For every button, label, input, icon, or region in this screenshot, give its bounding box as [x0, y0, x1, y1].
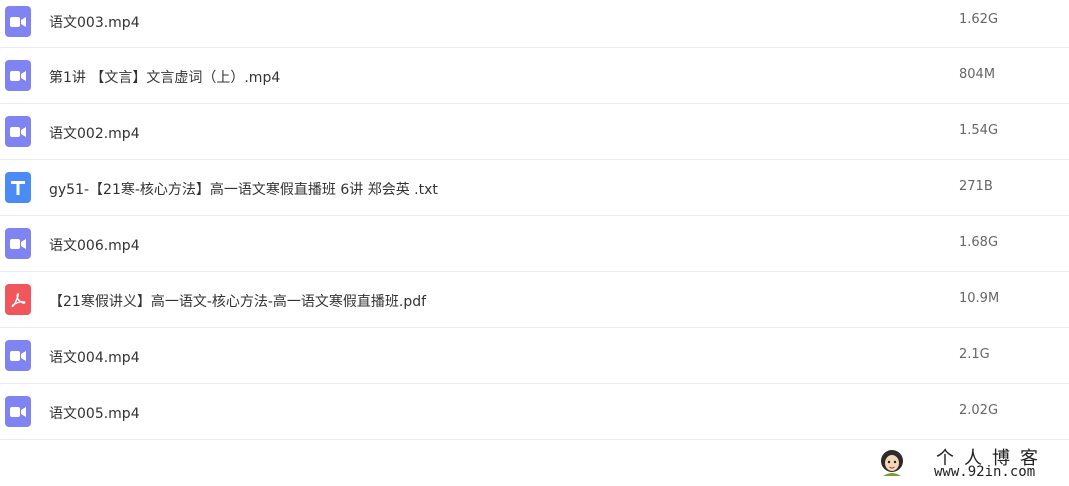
- blog-watermark: 个人博客 www.92in.com: [874, 444, 1059, 482]
- file-name[interactable]: 语文004.mp4: [49, 347, 140, 367]
- text-file-icon: [5, 172, 31, 203]
- file-row[interactable]: 语文005.mp4 2.02G: [0, 384, 1069, 440]
- file-name[interactable]: 第1讲 【文言】文言虚词（上）.mp4: [49, 67, 280, 87]
- avatar-icon: [881, 450, 903, 476]
- file-row[interactable]: 语文004.mp4 2.1G: [0, 328, 1069, 384]
- file-size: 804M: [959, 67, 996, 82]
- file-row[interactable]: gy51-【21寒-核心方法】高一语文寒假直播班 6讲 郑会英 .txt 271…: [0, 160, 1069, 216]
- file-row[interactable]: 语文003.mp4 1.62G: [0, 0, 1069, 48]
- video-file-icon: [5, 396, 31, 427]
- file-row[interactable]: 语文006.mp4 1.68G: [0, 216, 1069, 272]
- video-file-icon: [5, 6, 31, 37]
- file-size: 1.68G: [959, 235, 999, 250]
- file-size: 271B: [959, 179, 993, 194]
- file-list: 语文003.mp4 1.62G 第1讲 【文言】文言虚词（上）.mp4 804M…: [0, 0, 1069, 440]
- file-name[interactable]: 语文002.mp4: [49, 123, 140, 143]
- pdf-file-icon: [5, 284, 31, 315]
- file-size: 2.1G: [959, 347, 990, 362]
- file-row[interactable]: 第1讲 【文言】文言虚词（上）.mp4 804M: [0, 48, 1069, 104]
- file-name[interactable]: 【21寒假讲义】高一语文-核心方法-高一语文寒假直播班.pdf: [49, 291, 426, 311]
- video-file-icon: [5, 340, 31, 371]
- file-size: 1.62G: [959, 12, 999, 27]
- watermark-url: www.92in.com: [934, 464, 1036, 480]
- file-size: 2.02G: [959, 403, 999, 418]
- file-name[interactable]: 语文006.mp4: [49, 235, 140, 255]
- file-name[interactable]: gy51-【21寒-核心方法】高一语文寒假直播班 6讲 郑会英 .txt: [49, 179, 438, 199]
- video-file-icon: [5, 60, 31, 91]
- file-size: 1.54G: [959, 123, 999, 138]
- file-size: 10.9M: [959, 291, 1000, 306]
- file-row[interactable]: 语文002.mp4 1.54G: [0, 104, 1069, 160]
- video-file-icon: [5, 116, 31, 147]
- file-name[interactable]: 语文005.mp4: [49, 403, 140, 423]
- file-name[interactable]: 语文003.mp4: [49, 12, 140, 32]
- video-file-icon: [5, 228, 31, 259]
- file-row[interactable]: 【21寒假讲义】高一语文-核心方法-高一语文寒假直播班.pdf 10.9M: [0, 272, 1069, 328]
